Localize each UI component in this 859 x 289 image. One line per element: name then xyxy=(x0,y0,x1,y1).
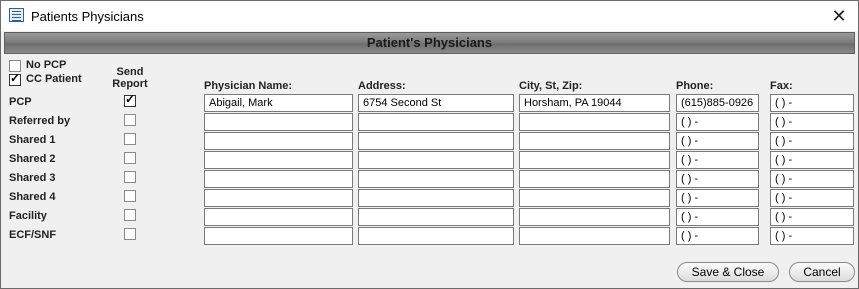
cc-patient-label: CC Patient xyxy=(26,73,82,85)
city-st-zip-field[interactable] xyxy=(519,227,670,245)
phone-field[interactable]: ( ) - xyxy=(676,132,759,150)
phone-header: Phone: xyxy=(676,80,714,92)
table-icon xyxy=(9,8,24,22)
phone-field[interactable]: ( ) - xyxy=(676,113,759,131)
send-report-checkbox[interactable] xyxy=(124,190,136,202)
physician-name-field[interactable] xyxy=(204,113,353,131)
patients-physicians-window: Patients Physicians ✕ Patient's Physicia… xyxy=(0,0,859,289)
physician-name-field[interactable]: Abigail, Mark xyxy=(204,94,353,112)
section-header: Patient's Physicians xyxy=(4,32,855,54)
send-report-checkbox[interactable] xyxy=(124,209,136,221)
address-field[interactable] xyxy=(358,132,514,150)
row-label: Shared 4 xyxy=(9,191,56,203)
address-field[interactable] xyxy=(358,170,514,188)
fax-field[interactable]: ( ) - xyxy=(770,151,854,169)
address-field[interactable] xyxy=(358,113,514,131)
fax-field[interactable]: ( ) - xyxy=(770,208,854,226)
address-field[interactable]: 6754 Second St xyxy=(358,94,514,112)
cancel-button[interactable]: Cancel xyxy=(789,262,855,282)
fax-field[interactable]: ( ) - xyxy=(770,227,854,245)
row-label: Shared 1 xyxy=(9,134,56,146)
city-st-zip-field[interactable] xyxy=(519,113,670,131)
phone-field[interactable]: ( ) - xyxy=(676,189,759,207)
city-st-zip-field[interactable]: Horsham, PA 19044 xyxy=(519,94,670,112)
close-button[interactable]: ✕ xyxy=(826,3,852,29)
city-st-zip-field[interactable] xyxy=(519,151,670,169)
fax-field[interactable]: ( ) - xyxy=(770,113,854,131)
row-label: ECF/SNF xyxy=(9,229,57,241)
no-pcp-label: No PCP xyxy=(26,59,67,71)
address-field[interactable] xyxy=(358,151,514,169)
city-st-zip-field[interactable] xyxy=(519,208,670,226)
address-field[interactable] xyxy=(358,189,514,207)
physician-name-field[interactable] xyxy=(204,227,353,245)
physician-name-field[interactable] xyxy=(204,208,353,226)
city-st-zip-field[interactable] xyxy=(519,132,670,150)
phone-field[interactable]: ( ) - xyxy=(676,227,759,245)
address-field[interactable] xyxy=(358,208,514,226)
send-report-checkbox[interactable] xyxy=(124,133,136,145)
city-st-zip-header: City, St, Zip: xyxy=(519,80,583,92)
title-bar: Patients Physicians ✕ xyxy=(1,1,858,31)
physician-name-field[interactable] xyxy=(204,132,353,150)
fax-field[interactable]: ( ) - xyxy=(770,189,854,207)
address-field[interactable] xyxy=(358,227,514,245)
fax-header: Fax: xyxy=(770,80,793,92)
phone-field[interactable]: ( ) - xyxy=(676,151,759,169)
send-report-checkbox[interactable] xyxy=(124,152,136,164)
physician-name-field[interactable] xyxy=(204,170,353,188)
city-st-zip-field[interactable] xyxy=(519,189,670,207)
row-label: Shared 3 xyxy=(9,172,56,184)
phone-field[interactable]: (615)885-0926 xyxy=(676,94,759,112)
send-report-header: Send Report xyxy=(112,66,148,90)
window-title: Patients Physicians xyxy=(31,9,144,24)
physician-name-field[interactable] xyxy=(204,151,353,169)
send-report-checkbox[interactable] xyxy=(124,171,136,183)
city-st-zip-field[interactable] xyxy=(519,170,670,188)
row-label: Shared 2 xyxy=(9,153,56,165)
cc-patient-checkbox[interactable] xyxy=(9,71,21,86)
row-label: Referred by xyxy=(9,115,71,127)
fax-field[interactable]: ( ) - xyxy=(770,132,854,150)
physician-name-field[interactable] xyxy=(204,189,353,207)
row-label: Facility xyxy=(9,210,47,222)
physician-name-header: Physician Name: xyxy=(204,80,293,92)
fax-field[interactable]: ( ) - xyxy=(770,94,854,112)
send-report-checkbox[interactable] xyxy=(124,114,136,126)
fax-field[interactable]: ( ) - xyxy=(770,170,854,188)
phone-field[interactable]: ( ) - xyxy=(676,170,759,188)
row-label: PCP xyxy=(9,96,32,108)
send-report-checkbox[interactable] xyxy=(124,228,136,240)
phone-field[interactable]: ( ) - xyxy=(676,208,759,226)
send-report-checkbox[interactable] xyxy=(124,92,136,107)
save-close-button[interactable]: Save & Close xyxy=(677,262,779,282)
address-header: Address: xyxy=(358,80,406,92)
